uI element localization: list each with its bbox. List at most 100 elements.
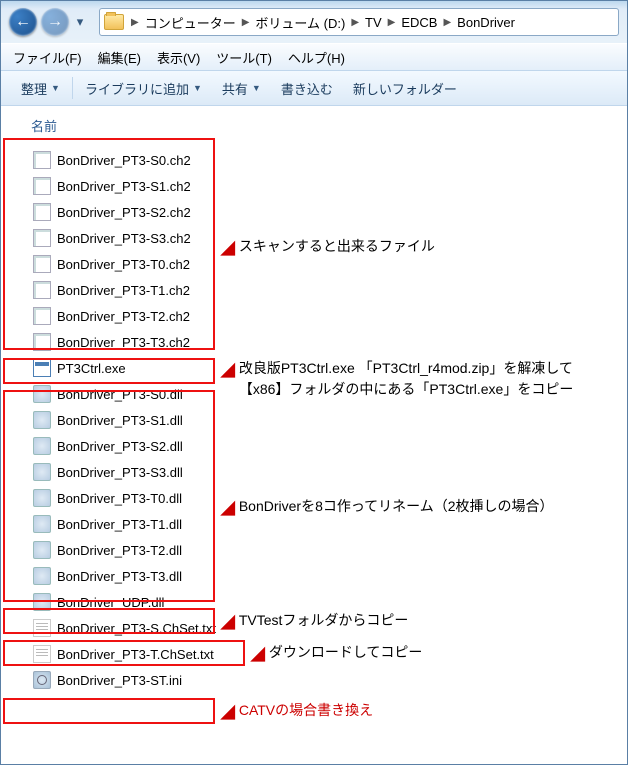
file-item[interactable]: BonDriver_PT3-T1.ch2 bbox=[27, 277, 627, 303]
component-icon bbox=[33, 515, 51, 533]
component-icon bbox=[33, 463, 51, 481]
folder-icon bbox=[104, 14, 124, 30]
menu-file[interactable]: ファイル(F) bbox=[7, 46, 88, 69]
menu-help[interactable]: ヘルプ(H) bbox=[282, 46, 351, 69]
document-icon bbox=[33, 203, 51, 221]
file-name: BonDriver_PT3-S3.ch2 bbox=[57, 231, 191, 246]
component-icon bbox=[33, 541, 51, 559]
component-icon bbox=[33, 567, 51, 585]
file-list-pane: 名前 BonDriver_PT3-S0.ch2 BonDriver_PT3-S1.… bbox=[1, 106, 627, 765]
file-item[interactable]: BonDriver_PT3-T3.ch2 bbox=[27, 329, 627, 355]
component-icon bbox=[33, 593, 51, 611]
file-item[interactable]: BonDriver_PT3-T3.dll bbox=[27, 563, 627, 589]
file-item[interactable]: BonDriver_PT3-S1.ch2 bbox=[27, 173, 627, 199]
chevron-right-icon: ▶ bbox=[128, 17, 142, 28]
component-icon bbox=[33, 385, 51, 403]
document-icon bbox=[33, 177, 51, 195]
annotation-box-ini bbox=[3, 698, 215, 724]
file-name: BonDriver_PT3-S0.ch2 bbox=[57, 153, 191, 168]
breadcrumb[interactable]: ▶ コンピューター ▶ ボリューム (D:) ▶ TV ▶ EDCB ▶ Bon… bbox=[128, 13, 518, 32]
file-name: BonDriver_PT3-T3.dll bbox=[57, 569, 182, 584]
settings-file-icon bbox=[33, 671, 51, 689]
document-icon bbox=[33, 333, 51, 351]
chevron-down-icon: ▼ bbox=[252, 83, 261, 93]
file-name: BonDriver_PT3-T1.dll bbox=[57, 517, 182, 532]
file-item[interactable]: BonDriver_PT3-S1.dll bbox=[27, 407, 627, 433]
toolbar: 整理▼ ライブラリに追加▼ 共有▼ 書き込む 新しいフォルダー bbox=[1, 71, 627, 106]
file-name: BonDriver_PT3-S2.dll bbox=[57, 439, 183, 454]
file-name: BonDriver_PT3-S.ChSet.txt bbox=[57, 621, 216, 636]
file-item[interactable]: BonDriver_PT3-ST.ini bbox=[27, 667, 627, 693]
component-icon bbox=[33, 437, 51, 455]
chevron-right-icon: ▶ bbox=[348, 17, 362, 28]
annotation-text: 改良版PT3Ctrl.exe 「PT3Ctrl_r4mod.zip」を解凍して【… bbox=[239, 358, 611, 400]
breadcrumb-item[interactable]: ボリューム (D:) bbox=[252, 13, 348, 32]
file-item[interactable]: BonDriver_PT3-S3.dll bbox=[27, 459, 627, 485]
file-name: PT3Ctrl.exe bbox=[57, 361, 126, 376]
callout-arrow-icon: ◢ bbox=[221, 698, 235, 725]
annotation-chset: ◢ ダウンロードしてコピー bbox=[251, 642, 611, 667]
file-name: BonDriver_PT3-T3.ch2 bbox=[57, 335, 190, 350]
menu-edit[interactable]: 編集(E) bbox=[92, 46, 147, 69]
file-name: BonDriver_PT3-T0.ch2 bbox=[57, 257, 190, 272]
callout-arrow-icon: ◢ bbox=[221, 356, 235, 383]
file-name: BonDriver_PT3-S3.dll bbox=[57, 465, 183, 480]
file-name: BonDriver_PT3-T0.dll bbox=[57, 491, 182, 506]
chevron-right-icon: ▶ bbox=[440, 17, 454, 28]
file-item[interactable]: BonDriver_PT3-S2.ch2 bbox=[27, 199, 627, 225]
document-icon bbox=[33, 151, 51, 169]
application-icon bbox=[33, 359, 51, 377]
file-name: BonDriver_PT3-T.ChSet.txt bbox=[57, 647, 214, 662]
component-icon bbox=[33, 411, 51, 429]
annotation-udp: ◢ TVTestフォルダからコピー bbox=[221, 610, 601, 635]
file-name: BonDriver_UDP.dll bbox=[57, 595, 164, 610]
file-name: BonDriver_PT3-ST.ini bbox=[57, 673, 182, 688]
organize-button[interactable]: 整理▼ bbox=[11, 75, 70, 102]
chevron-right-icon: ▶ bbox=[385, 17, 399, 28]
nav-back-button[interactable]: ← bbox=[9, 8, 37, 36]
document-icon bbox=[33, 229, 51, 247]
breadcrumb-item[interactable]: コンピューター bbox=[142, 13, 239, 32]
annotation-exe: ◢ 改良版PT3Ctrl.exe 「PT3Ctrl_r4mod.zip」を解凍し… bbox=[221, 358, 611, 400]
document-icon bbox=[33, 307, 51, 325]
menu-tools[interactable]: ツール(T) bbox=[210, 46, 278, 69]
callout-arrow-icon: ◢ bbox=[221, 494, 235, 521]
document-icon bbox=[33, 255, 51, 273]
annotation-ch2: ◢ スキャンすると出来るファイル bbox=[221, 236, 601, 261]
burn-button[interactable]: 書き込む bbox=[271, 75, 343, 102]
annotation-text: スキャンすると出来るファイル bbox=[239, 236, 435, 257]
file-name: BonDriver_PT3-T2.ch2 bbox=[57, 309, 190, 324]
chevron-right-icon: ▶ bbox=[239, 17, 253, 28]
file-name: BonDriver_PT3-S0.dll bbox=[57, 387, 183, 402]
document-icon bbox=[33, 281, 51, 299]
column-header-name[interactable]: 名前 bbox=[27, 116, 627, 135]
menu-view[interactable]: 表示(V) bbox=[151, 46, 206, 69]
add-to-library-button[interactable]: ライブラリに追加▼ bbox=[75, 75, 212, 102]
nav-forward-button[interactable]: → bbox=[41, 8, 69, 36]
breadcrumb-item[interactable]: EDCB bbox=[398, 15, 440, 30]
callout-arrow-icon: ◢ bbox=[221, 608, 235, 635]
chevron-down-icon: ▼ bbox=[193, 83, 202, 93]
annotation-dll: ◢ BonDriverを8コ作ってリネーム（2枚挿しの場合） bbox=[221, 496, 601, 521]
chevron-down-icon: ▼ bbox=[51, 83, 60, 93]
component-icon bbox=[33, 489, 51, 507]
text-file-icon bbox=[33, 619, 51, 637]
annotation-text: CATVの場合書き換え bbox=[239, 700, 373, 721]
address-bar[interactable]: ▶ コンピューター ▶ ボリューム (D:) ▶ TV ▶ EDCB ▶ Bon… bbox=[99, 8, 619, 36]
text-file-icon bbox=[33, 645, 51, 663]
annotation-text: BonDriverを8コ作ってリネーム（2枚挿しの場合） bbox=[239, 496, 554, 517]
callout-arrow-icon: ◢ bbox=[221, 234, 235, 261]
breadcrumb-item[interactable]: TV bbox=[362, 15, 385, 30]
file-item[interactable]: BonDriver_PT3-T2.dll bbox=[27, 537, 627, 563]
new-folder-button[interactable]: 新しいフォルダー bbox=[343, 75, 467, 102]
file-item[interactable]: BonDriver_PT3-S0.ch2 bbox=[27, 147, 627, 173]
file-name: BonDriver_PT3-T2.dll bbox=[57, 543, 182, 558]
file-item[interactable]: BonDriver_PT3-T2.ch2 bbox=[27, 303, 627, 329]
callout-arrow-icon: ◢ bbox=[251, 640, 265, 667]
breadcrumb-item[interactable]: BonDriver bbox=[454, 15, 518, 30]
arrow-left-icon: ← bbox=[15, 13, 31, 31]
file-item[interactable]: BonDriver_PT3-S2.dll bbox=[27, 433, 627, 459]
share-button[interactable]: 共有▼ bbox=[212, 75, 271, 102]
file-name: BonDriver_PT3-T1.ch2 bbox=[57, 283, 190, 298]
nav-history-dropdown[interactable]: ▾ bbox=[73, 14, 87, 30]
